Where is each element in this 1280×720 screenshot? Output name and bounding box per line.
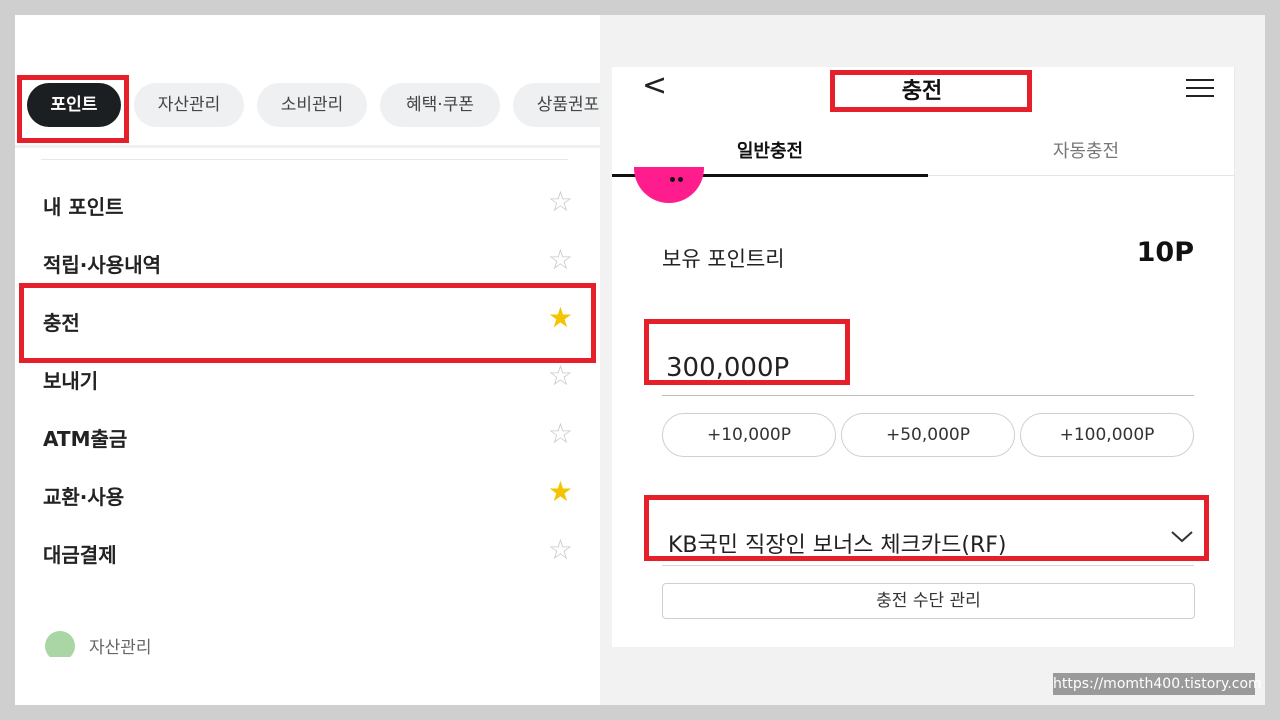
- chevron-left-icon[interactable]: <: [642, 71, 667, 101]
- chip-point[interactable]: 포인트: [27, 83, 121, 127]
- menu-item-label: ATM출금: [43, 427, 128, 451]
- payment-card-select[interactable]: KB국민 직장인 보너스 체크카드(RF): [668, 527, 1007, 559]
- manage-payment-method-button[interactable]: 충전 수단 관리: [662, 583, 1195, 619]
- star-icon[interactable]: ☆: [548, 535, 573, 565]
- balance-value: 10P: [1136, 237, 1194, 268]
- tab-general-charge[interactable]: 일반충전: [612, 137, 928, 163]
- menu-item-exchange[interactable]: 교환·사용 ★: [43, 473, 573, 513]
- menu-item-payment[interactable]: 대금결제 ☆: [43, 531, 573, 571]
- chip-spending-management[interactable]: 소비관리: [257, 83, 367, 127]
- menu-item-history[interactable]: 적립·사용내역 ☆: [43, 241, 573, 281]
- menu-item-label: 충전: [43, 311, 80, 335]
- star-icon[interactable]: ★: [548, 477, 573, 507]
- menu-item-label: 내 포인트: [43, 195, 124, 219]
- menu-item-label: 보내기: [43, 369, 99, 393]
- menu-item-label: 대금결제: [43, 543, 117, 567]
- tab-auto-charge[interactable]: 자동충전: [928, 137, 1234, 163]
- watermark-url: https://momth400.tistory.com: [1053, 673, 1262, 695]
- asset-section-label: 자산관리: [89, 638, 152, 657]
- asset-icon: [45, 631, 75, 657]
- menu-top-divider: [41, 159, 568, 160]
- star-icon[interactable]: ☆: [548, 361, 573, 391]
- menu-item-charge[interactable]: 충전 ★: [43, 299, 573, 339]
- page-title: 충전: [901, 79, 943, 104]
- add-50000-button[interactable]: +50,000P: [841, 413, 1015, 457]
- chip-benefit-coupon[interactable]: 혜택·쿠폰: [380, 83, 500, 127]
- category-chip-bar: 포인트 자산관리 소비관리 혜택·쿠폰 상품권포: [27, 83, 600, 131]
- point-menu-panel: 포인트 자산관리 소비관리 혜택·쿠폰 상품권포 내 포인트 ☆ 적립·사용내역…: [15, 15, 600, 705]
- card-underline: [662, 565, 1194, 566]
- amount-underline: [662, 395, 1194, 396]
- screenshot-canvas: 포인트 자산관리 소비관리 혜택·쿠폰 상품권포 내 포인트 ☆ 적립·사용내역…: [15, 15, 1265, 705]
- menu-item-label: 교환·사용: [43, 485, 125, 509]
- chip-asset-management[interactable]: 자산관리: [134, 83, 244, 127]
- star-icon[interactable]: ☆: [548, 419, 573, 449]
- menu-item-atm-withdraw[interactable]: ATM출금 ☆: [43, 415, 573, 455]
- add-100000-button[interactable]: +100,000P: [1020, 413, 1194, 457]
- menu-item-my-point[interactable]: 내 포인트 ☆: [43, 183, 573, 223]
- star-icon[interactable]: ★: [548, 303, 573, 333]
- charge-screen: < 충전 일반충전 자동충전 보유 포인트리 10P 300,000P +10,…: [612, 67, 1235, 647]
- chip-gift-card[interactable]: 상품권포: [513, 83, 600, 127]
- charge-amount-input[interactable]: 300,000P: [666, 353, 789, 383]
- star-icon[interactable]: ☆: [548, 245, 573, 275]
- star-icon[interactable]: ☆: [548, 187, 573, 217]
- charge-screen-panel: < 충전 일반충전 자동충전 보유 포인트리 10P 300,000P +10,…: [600, 15, 1265, 705]
- chip-divider: [15, 145, 600, 148]
- chevron-down-icon[interactable]: [1170, 529, 1194, 545]
- menu-item-label: 적립·사용내역: [43, 253, 161, 277]
- add-10000-button[interactable]: +10,000P: [662, 413, 836, 457]
- balance-label: 보유 포인트리: [662, 247, 785, 271]
- mascot-character: [634, 167, 704, 203]
- hamburger-menu-icon[interactable]: [1186, 79, 1214, 99]
- asset-section-header: 자산관리: [45, 627, 245, 657]
- menu-item-send[interactable]: 보내기 ☆: [43, 357, 573, 397]
